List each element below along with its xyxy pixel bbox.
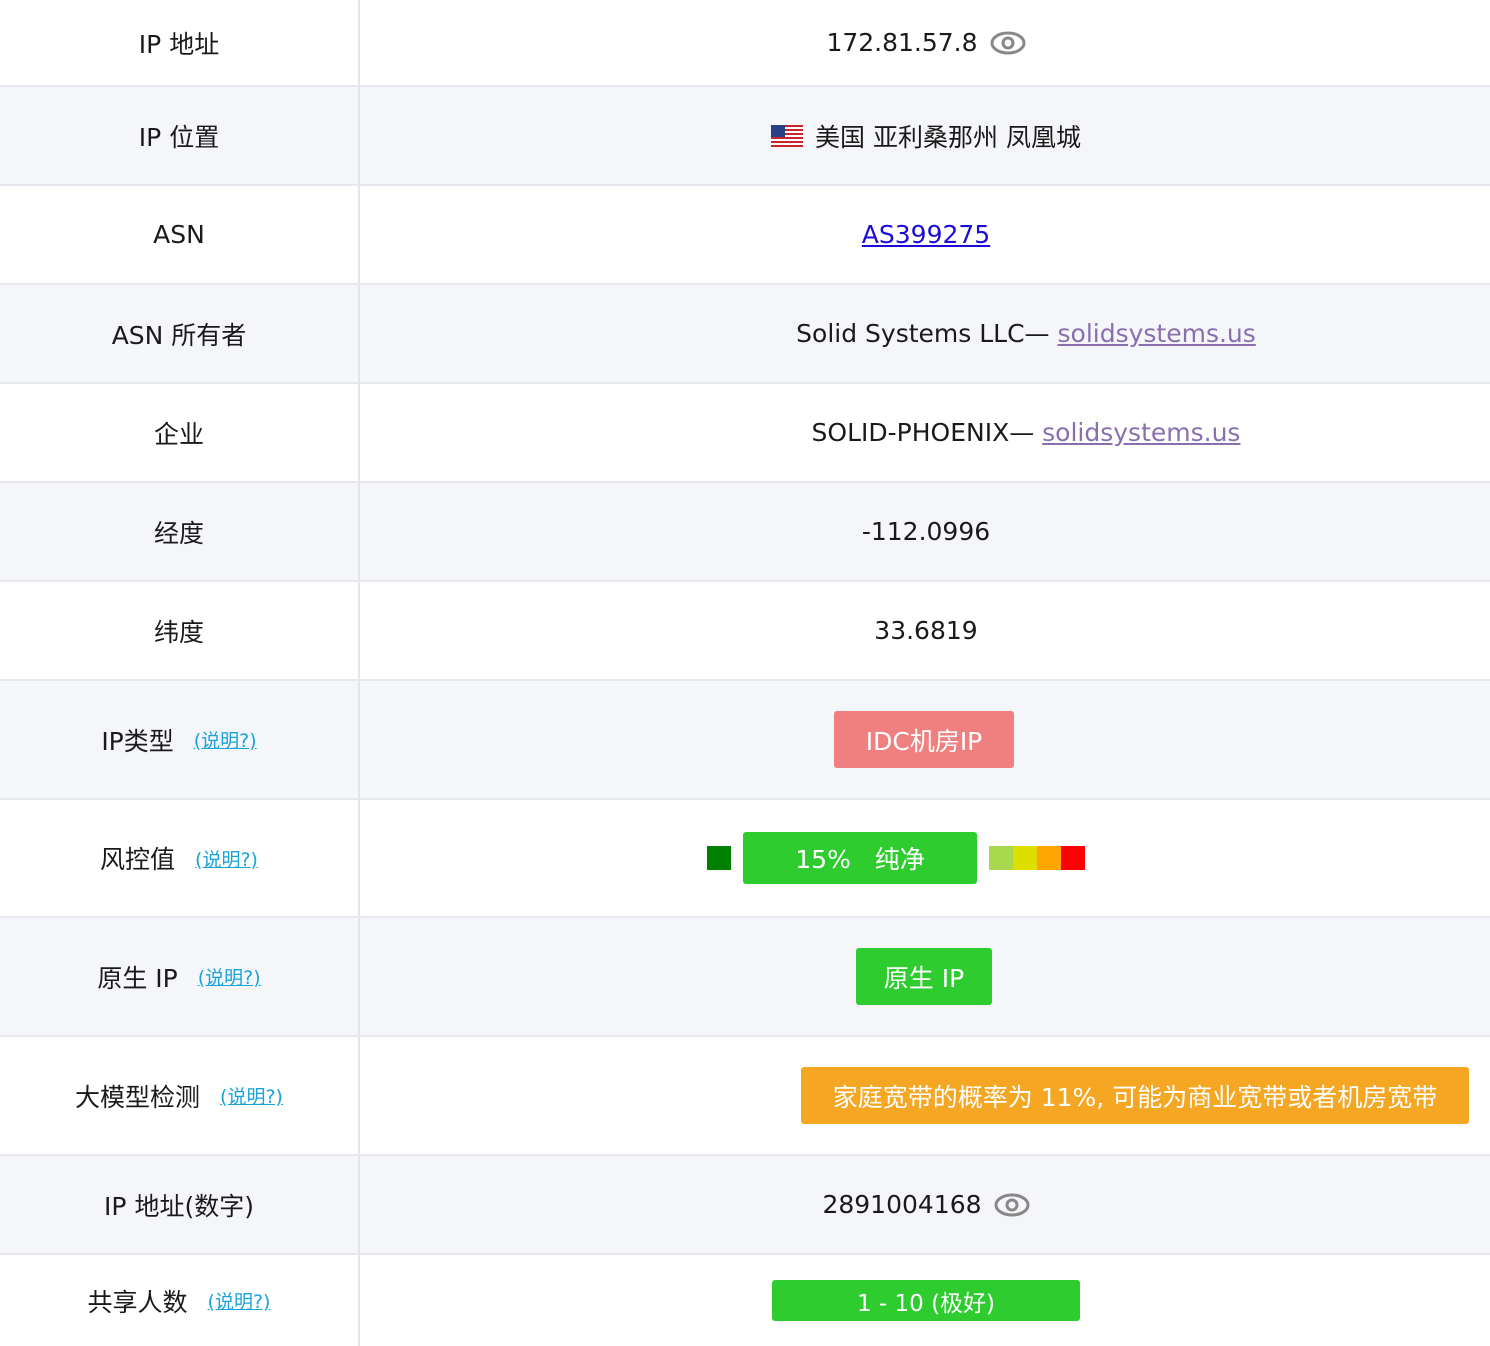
label-shared-users: 共享人数 (说明?) [0, 1255, 360, 1346]
value-native-ip: 原生 IP [362, 918, 1490, 1035]
eye-icon[interactable] [990, 31, 1026, 55]
label-longitude: 经度 [0, 483, 360, 580]
ip-numeric-value: 2891004168 [822, 1190, 982, 1219]
ip-location-value: 美国 亚利桑那州 凤凰城 [815, 122, 1081, 152]
help-link[interactable]: (说明?) [198, 963, 261, 990]
label-asn-owner: ASN 所有者 [0, 285, 360, 382]
label-text: ASN [153, 220, 205, 249]
help-link[interactable]: (说明?) [220, 1082, 283, 1109]
risk-scale-segment [1037, 846, 1061, 870]
label-text: 大模型检测 [75, 1082, 201, 1112]
label-text: 原生 IP [97, 963, 178, 993]
row-company: 企业 SOLID-PHOENIX— solidsystems.us [0, 384, 1490, 483]
asn-link[interactable]: AS399275 [862, 220, 990, 249]
value-longitude: -112.0996 [362, 483, 1490, 580]
shared-users-badge: 1 - 10 (极好) [772, 1280, 1080, 1321]
ai-detection-badge: 家庭宽带的概率为 11%, 可能为商业宽带或者机房宽带 [801, 1067, 1469, 1124]
label-native-ip: 原生 IP (说明?) [0, 918, 360, 1035]
row-ip-address: IP 地址 172.81.57.8 [0, 0, 1490, 87]
longitude-value: -112.0996 [861, 517, 991, 546]
value-ip-location: 美国 亚利桑那州 凤凰城 [362, 87, 1490, 184]
help-link[interactable]: (说明?) [208, 1287, 271, 1314]
value-ai-detection: 家庭宽带的概率为 11%, 可能为商业宽带或者机房宽带 [362, 1037, 1490, 1154]
label-risk-score: 风控值 (说明?) [0, 800, 360, 916]
risk-scale-segment [1061, 846, 1085, 870]
row-asn-owner: ASN 所有者 Solid Systems LLC— solidsystems.… [0, 285, 1490, 384]
label-ip-type: IP类型 (说明?) [0, 681, 360, 798]
label-ai-detection: 大模型检测 (说明?) [0, 1037, 360, 1154]
label-ip-location: IP 位置 [0, 87, 360, 184]
us-flag-icon [771, 124, 804, 147]
label-company: 企业 [0, 384, 360, 481]
label-text: IP 位置 [138, 122, 220, 152]
label-text: IP 地址(数字) [104, 1191, 254, 1221]
label-asn: ASN [0, 186, 360, 283]
ip-info-table: IP 地址 172.81.57.8 IP 位置 美国 亚利桑那州 凤凰城 ASN… [0, 0, 1490, 1346]
label-text: 经度 [153, 518, 204, 548]
label-text: 共享人数 [87, 1287, 188, 1317]
row-risk-score: 风控值 (说明?) 15% 纯净 [0, 800, 1490, 918]
value-shared-users: 1 - 10 (极好) [362, 1255, 1490, 1346]
risk-scale-segment [1013, 846, 1037, 870]
row-latitude: 纬度 33.6819 [0, 582, 1490, 681]
native-ip-badge: 原生 IP [856, 948, 992, 1005]
value-latitude: 33.6819 [362, 582, 1490, 679]
risk-scale [989, 846, 1085, 870]
company-site-link[interactable]: solidsystems.us [1042, 418, 1240, 447]
value-ip-numeric: 2891004168 [362, 1156, 1490, 1253]
label-text: 企业 [153, 419, 204, 449]
eye-icon[interactable] [994, 1193, 1030, 1217]
ip-type-badge: IDC机房IP [834, 711, 1014, 768]
risk-level-square [707, 846, 731, 870]
ip-address-value: 172.81.57.8 [826, 28, 978, 57]
row-ip-numeric: IP 地址(数字) 2891004168 [0, 1156, 1490, 1255]
label-text: ASN 所有者 [111, 320, 247, 350]
row-ai-detection: 大模型检测 (说明?) 家庭宽带的概率为 11%, 可能为商业宽带或者机房宽带 [0, 1037, 1490, 1156]
label-ip-numeric: IP 地址(数字) [0, 1156, 360, 1253]
label-latitude: 纬度 [0, 582, 360, 679]
label-text: 风控值 [100, 845, 176, 874]
company-name: SOLID-PHOENIX— [811, 418, 1043, 447]
label-text: IP类型 [101, 726, 174, 756]
row-native-ip: 原生 IP (说明?) 原生 IP [0, 918, 1490, 1037]
help-link[interactable]: (说明?) [195, 845, 258, 872]
label-ip-address: IP 地址 [0, 0, 360, 85]
value-ip-type: IDC机房IP [362, 681, 1490, 798]
row-asn: ASN AS399275 [0, 186, 1490, 285]
row-ip-type: IP类型 (说明?) IDC机房IP [0, 681, 1490, 800]
row-shared-users: 共享人数 (说明?) 1 - 10 (极好) [0, 1255, 1490, 1346]
row-longitude: 经度 -112.0996 [0, 483, 1490, 582]
value-risk-score: 15% 纯净 [362, 800, 1490, 916]
risk-scale-segment [989, 846, 1013, 870]
value-ip-address: 172.81.57.8 [362, 0, 1490, 85]
asn-owner-name: Solid Systems LLC— [796, 319, 1058, 348]
risk-score-badge: 15% 纯净 [743, 832, 977, 884]
label-text: IP 地址 [138, 29, 220, 59]
label-text: 纬度 [153, 617, 204, 647]
value-asn: AS399275 [362, 186, 1490, 283]
value-company: SOLID-PHOENIX— solidsystems.us [362, 384, 1490, 481]
asn-owner-site-link[interactable]: solidsystems.us [1058, 319, 1256, 348]
help-link[interactable]: (说明?) [194, 726, 257, 753]
value-asn-owner: Solid Systems LLC— solidsystems.us [362, 285, 1490, 382]
row-ip-location: IP 位置 美国 亚利桑那州 凤凰城 [0, 87, 1490, 186]
latitude-value: 33.6819 [874, 616, 978, 645]
risk-indicator: 15% 纯净 [707, 832, 1085, 884]
